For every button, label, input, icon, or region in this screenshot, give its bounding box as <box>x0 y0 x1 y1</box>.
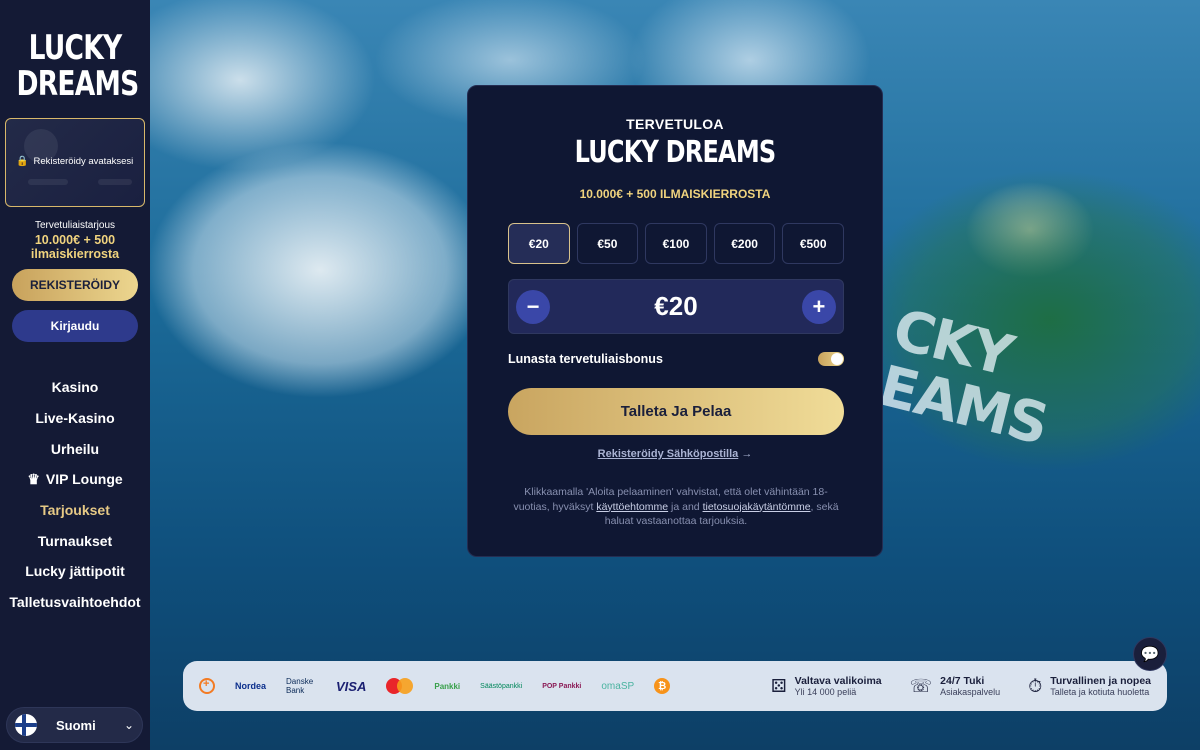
modal-logo: LUCKY DREAMS <box>574 135 777 170</box>
nav-item-vip-lounge[interactable]: ♛ VIP Lounge <box>0 464 150 495</box>
language-selector[interactable]: Suomi ⌄ <box>6 707 143 743</box>
sidebar-logo[interactable]: LUCKY DREAMS <box>17 30 140 102</box>
nav-item-tarjoukset[interactable]: Tarjoukset <box>0 495 150 526</box>
payment-logo-pop: POP Pankki <box>542 682 582 690</box>
payment-logo-saastopankki: Säästöpankki <box>480 682 523 690</box>
email-register-link[interactable]: Rekisteröidy Sähköpostilla → <box>468 448 882 460</box>
amount-option-100[interactable]: €100 <box>645 223 707 264</box>
privacy-link[interactable]: tietosuojakäytäntömme <box>703 501 811 513</box>
chat-icon: 💬 <box>1140 646 1160 663</box>
dice-icon: ⚄ <box>771 675 787 696</box>
increase-button[interactable]: + <box>801 289 836 324</box>
lock-icon: 🔒 <box>16 156 29 167</box>
phone-icon: ☏ <box>909 675 933 696</box>
payment-methods: Nordea Danske Bank VISA Pankki Säästöpan… <box>199 677 671 695</box>
decrease-button[interactable]: − <box>516 289 550 324</box>
feature-security: ⏱ Turvallinen ja nopea Talleta ja kotiut… <box>1028 675 1151 697</box>
promo-amount: 10.000€ + 500 ilmaiskierrosta <box>30 233 120 261</box>
payment-logo-visa: VISA <box>336 678 367 694</box>
payment-logo-omasp: omaSP <box>601 680 635 692</box>
nav-item-urheilu[interactable]: Urheilu <box>0 433 150 464</box>
nav-item-kasino[interactable]: Kasino <box>0 372 150 403</box>
modal-welcome: TERVETULOA <box>626 116 724 132</box>
finland-flag-icon <box>15 714 37 736</box>
bonus-toggle[interactable] <box>818 352 844 366</box>
chevron-down-icon: ⌄ <box>123 718 134 732</box>
payment-logo-circle <box>199 678 215 694</box>
nav-item-turnaukset[interactable]: Turnaukset <box>0 525 150 556</box>
promo-title: Tervetuliaistarjous <box>34 220 116 231</box>
amount-option-500[interactable]: €500 <box>782 223 844 264</box>
payment-logo-danske: Danske Bank <box>286 677 314 695</box>
nav-item-lucky-jattipotit[interactable]: Lucky jättipotit <box>0 556 150 587</box>
island-logo-text: CKY EAMS <box>872 297 1054 458</box>
locked-profile-card[interactable]: 🔒 Rekisteröidy avataksesi <box>5 118 145 207</box>
payment-logo-nordea: Nordea <box>235 681 267 691</box>
amount-option-50[interactable]: €50 <box>576 223 639 264</box>
arrow-right-icon: → <box>741 448 753 460</box>
crown-icon: ♛ <box>27 470 40 487</box>
amount-stepper: − €20 + <box>508 279 844 334</box>
feature-support: ☏ 24/7 Tuki Asiakaspalvelu <box>909 675 1001 697</box>
bonus-row: Lunasta tervetuliaisbonus <box>508 352 844 366</box>
mastercard-icon <box>386 678 414 694</box>
modal-offer: 10.000€ + 500 ILMAISKIERROSTA <box>579 187 771 201</box>
bonus-label: Lunasta tervetuliaisbonus <box>508 352 663 366</box>
nav-item-live-kasino[interactable]: Live-Kasino <box>0 403 150 434</box>
stepper-value[interactable]: €20 <box>654 291 697 322</box>
amount-option-20[interactable]: €20 <box>508 223 570 264</box>
login-button[interactable]: Kirjaudu <box>12 310 138 342</box>
feature-selection: ⚄ Valtava valikoima Yli 14 000 peliä <box>771 675 882 697</box>
legal-text: Klikkaamalla 'Aloita pelaaminen' vahvist… <box>513 486 839 527</box>
stopwatch-icon: ⏱ <box>1028 675 1043 696</box>
sidebar-nav: Kasino Live-Kasino Urheilu ♛ VIP Lounge T… <box>0 372 150 618</box>
footer-bar: Nordea Danske Bank VISA Pankki Säästöpan… <box>183 661 1167 711</box>
register-button[interactable]: REKISTERÖIDY <box>12 269 138 301</box>
payment-logo-pankki: Pankki <box>434 681 461 691</box>
amount-option-200[interactable]: €200 <box>713 223 776 264</box>
chat-button[interactable]: 💬 <box>1133 637 1167 671</box>
welcome-modal: TERVETULOA LUCKY DREAMS 10.000€ + 500 IL… <box>467 85 883 557</box>
feature-list: ⚄ Valtava valikoima Yli 14 000 peliä ☏ 2… <box>771 675 1151 697</box>
sidebar: LUCKY DREAMS 🔒 Rekisteröidy avataksesi T… <box>0 0 150 750</box>
nav-item-talletusvaihtoehdot[interactable]: Talletusvaihtoehdot <box>0 587 150 618</box>
bitcoin-icon: ₿ <box>654 678 671 694</box>
amount-options: €20 €50 €100 €200 €500 <box>508 223 844 264</box>
language-label: Suomi <box>56 717 96 733</box>
locked-card-text: Rekisteröidy avataksesi <box>33 156 134 167</box>
deposit-play-button[interactable]: Talleta Ja Pelaa <box>508 388 844 435</box>
terms-link[interactable]: käyttöehtomme <box>596 501 668 513</box>
